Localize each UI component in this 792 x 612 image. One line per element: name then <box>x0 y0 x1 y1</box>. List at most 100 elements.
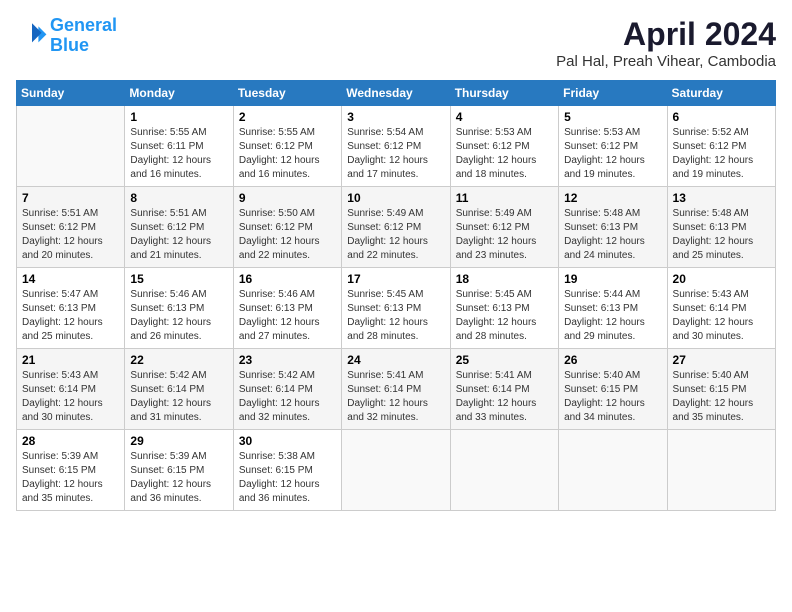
day-number: 19 <box>564 272 661 286</box>
calendar-cell: 8Sunrise: 5:51 AM Sunset: 6:12 PM Daylig… <box>125 187 233 268</box>
day-info: Sunrise: 5:46 AM Sunset: 6:13 PM Dayligh… <box>239 288 336 344</box>
calendar-cell: 15 Sunrise: 5:46 AM Sunset: 6:13 PM Dayli… <box>125 268 233 349</box>
day-info: Sunrise: 5:42 AM Sunset: 6:14 PM Dayligh… <box>239 369 336 425</box>
page-header: General Blue April 2024 Pal Hal, Preah V… <box>16 16 776 70</box>
logo-text: General Blue <box>50 16 117 56</box>
day-number: 21 <box>22 353 119 367</box>
header-cell-friday: Friday <box>559 81 667 106</box>
logo-line2: Blue <box>50 35 89 55</box>
day-number: 25 <box>456 353 553 367</box>
calendar-title: April 2024 <box>556 16 776 53</box>
day-number: 22 <box>130 353 227 367</box>
calendar-cell <box>450 430 558 511</box>
calendar-cell: 26Sunrise: 5:40 AM Sunset: 6:15 PM Dayli… <box>559 349 667 430</box>
calendar-cell: 28 Sunrise: 5:39 AM Sunset: 6:15 PM Dayli… <box>17 430 125 511</box>
day-info: Sunrise: 5:45 AM Sunset: 6:13 PM Dayligh… <box>347 288 444 344</box>
day-number: 5 <box>564 110 661 124</box>
calendar-cell: 19Sunrise: 5:44 AM Sunset: 6:13 PM Dayli… <box>559 268 667 349</box>
calendar-cell: 23Sunrise: 5:42 AM Sunset: 6:14 PM Dayli… <box>233 349 341 430</box>
day-number: 24 <box>347 353 444 367</box>
header-cell-wednesday: Wednesday <box>342 81 450 106</box>
day-number: 27 <box>673 353 770 367</box>
day-number: 29 <box>130 434 227 448</box>
calendar-cell: 2Sunrise: 5:55 AM Sunset: 6:12 PM Daylig… <box>233 106 341 187</box>
calendar-header: SundayMondayTuesdayWednesdayThursdayFrid… <box>17 81 776 106</box>
day-info: Sunrise: 5:40 AM Sunset: 6:15 PM Dayligh… <box>564 369 661 425</box>
day-number: 11 <box>456 191 553 205</box>
day-info: Sunrise: 5:55 AM Sunset: 6:12 PM Dayligh… <box>239 126 336 182</box>
header-cell-sunday: Sunday <box>17 81 125 106</box>
day-info: Sunrise: 5:50 AM Sunset: 6:12 PM Dayligh… <box>239 207 336 263</box>
day-number: 12 <box>564 191 661 205</box>
day-number: 10 <box>347 191 444 205</box>
calendar-cell: 3 Sunrise: 5:54 AM Sunset: 6:12 PM Daylig… <box>342 106 450 187</box>
calendar-body: 1 Sunrise: 5:55 AM Sunset: 6:11 PM Daylig… <box>17 106 776 511</box>
day-info: Sunrise: 5:49 AM Sunset: 6:12 PM Dayligh… <box>456 207 553 263</box>
day-info: Sunrise: 5:43 AM Sunset: 6:14 PM Dayligh… <box>22 369 119 425</box>
day-info: Sunrise: 5:45 AM Sunset: 6:13 PM Dayligh… <box>456 288 553 344</box>
calendar-cell: 7Sunrise: 5:51 AM Sunset: 6:12 PM Daylig… <box>17 187 125 268</box>
day-number: 20 <box>673 272 770 286</box>
day-info: Sunrise: 5:49 AM Sunset: 6:12 PM Dayligh… <box>347 207 444 263</box>
day-info: Sunrise: 5:39 AM Sunset: 6:15 PM Dayligh… <box>22 450 119 506</box>
day-info: Sunrise: 5:48 AM Sunset: 6:13 PM Dayligh… <box>564 207 661 263</box>
calendar-cell: 24 Sunrise: 5:41 AM Sunset: 6:14 PM Dayli… <box>342 349 450 430</box>
day-info: Sunrise: 5:40 AM Sunset: 6:15 PM Dayligh… <box>673 369 770 425</box>
calendar-cell: 20 Sunrise: 5:43 AM Sunset: 6:14 PM Dayli… <box>667 268 775 349</box>
day-number: 14 <box>22 272 119 286</box>
calendar-cell: 6 Sunrise: 5:52 AM Sunset: 6:12 PM Daylig… <box>667 106 775 187</box>
logo-line1: General <box>50 15 117 35</box>
logo-icon <box>16 20 48 52</box>
day-info: Sunrise: 5:48 AM Sunset: 6:13 PM Dayligh… <box>673 207 770 263</box>
calendar-cell: 18Sunrise: 5:45 AM Sunset: 6:13 PM Dayli… <box>450 268 558 349</box>
week-row-1: 1 Sunrise: 5:55 AM Sunset: 6:11 PM Daylig… <box>17 106 776 187</box>
calendar-cell: 9Sunrise: 5:50 AM Sunset: 6:12 PM Daylig… <box>233 187 341 268</box>
day-number: 17 <box>347 272 444 286</box>
calendar-cell: 1 Sunrise: 5:55 AM Sunset: 6:11 PM Daylig… <box>125 106 233 187</box>
day-info: Sunrise: 5:39 AM Sunset: 6:15 PM Dayligh… <box>130 450 227 506</box>
day-info: Sunrise: 5:41 AM Sunset: 6:14 PM Dayligh… <box>456 369 553 425</box>
day-number: 6 <box>673 110 770 124</box>
calendar-cell <box>559 430 667 511</box>
calendar-cell <box>17 106 125 187</box>
day-number: 7 <box>22 191 119 205</box>
calendar-cell <box>667 430 775 511</box>
calendar-cell: 13Sunrise: 5:48 AM Sunset: 6:13 PM Dayli… <box>667 187 775 268</box>
calendar-cell: 16 Sunrise: 5:46 AM Sunset: 6:13 PM Dayli… <box>233 268 341 349</box>
title-block: April 2024 Pal Hal, Preah Vihear, Cambod… <box>556 16 776 70</box>
day-info: Sunrise: 5:38 AM Sunset: 6:15 PM Dayligh… <box>239 450 336 506</box>
header-cell-saturday: Saturday <box>667 81 775 106</box>
calendar-cell <box>342 430 450 511</box>
week-row-4: 21 Sunrise: 5:43 AM Sunset: 6:14 PM Dayli… <box>17 349 776 430</box>
calendar-cell: 22 Sunrise: 5:42 AM Sunset: 6:14 PM Dayli… <box>125 349 233 430</box>
day-number: 30 <box>239 434 336 448</box>
calendar-cell: 11 Sunrise: 5:49 AM Sunset: 6:12 PM Dayli… <box>450 187 558 268</box>
calendar-cell: 5Sunrise: 5:53 AM Sunset: 6:12 PM Daylig… <box>559 106 667 187</box>
day-info: Sunrise: 5:47 AM Sunset: 6:13 PM Dayligh… <box>22 288 119 344</box>
calendar-cell: 27 Sunrise: 5:40 AM Sunset: 6:15 PM Dayli… <box>667 349 775 430</box>
day-info: Sunrise: 5:54 AM Sunset: 6:12 PM Dayligh… <box>347 126 444 182</box>
day-info: Sunrise: 5:41 AM Sunset: 6:14 PM Dayligh… <box>347 369 444 425</box>
header-cell-monday: Monday <box>125 81 233 106</box>
calendar-cell: 10 Sunrise: 5:49 AM Sunset: 6:12 PM Dayli… <box>342 187 450 268</box>
calendar-table: SundayMondayTuesdayWednesdayThursdayFrid… <box>16 80 776 511</box>
day-number: 1 <box>130 110 227 124</box>
week-row-3: 14 Sunrise: 5:47 AM Sunset: 6:13 PM Dayli… <box>17 268 776 349</box>
calendar-cell: 14 Sunrise: 5:47 AM Sunset: 6:13 PM Dayli… <box>17 268 125 349</box>
week-row-2: 7Sunrise: 5:51 AM Sunset: 6:12 PM Daylig… <box>17 187 776 268</box>
calendar-cell: 17 Sunrise: 5:45 AM Sunset: 6:13 PM Dayli… <box>342 268 450 349</box>
day-number: 3 <box>347 110 444 124</box>
day-number: 28 <box>22 434 119 448</box>
day-info: Sunrise: 5:42 AM Sunset: 6:14 PM Dayligh… <box>130 369 227 425</box>
day-info: Sunrise: 5:43 AM Sunset: 6:14 PM Dayligh… <box>673 288 770 344</box>
header-row: SundayMondayTuesdayWednesdayThursdayFrid… <box>17 81 776 106</box>
calendar-subtitle: Pal Hal, Preah Vihear, Cambodia <box>556 53 776 70</box>
day-number: 16 <box>239 272 336 286</box>
day-info: Sunrise: 5:55 AM Sunset: 6:11 PM Dayligh… <box>130 126 227 182</box>
day-info: Sunrise: 5:46 AM Sunset: 6:13 PM Dayligh… <box>130 288 227 344</box>
calendar-cell: 4Sunrise: 5:53 AM Sunset: 6:12 PM Daylig… <box>450 106 558 187</box>
day-number: 8 <box>130 191 227 205</box>
day-number: 15 <box>130 272 227 286</box>
week-row-5: 28 Sunrise: 5:39 AM Sunset: 6:15 PM Dayli… <box>17 430 776 511</box>
day-info: Sunrise: 5:52 AM Sunset: 6:12 PM Dayligh… <box>673 126 770 182</box>
